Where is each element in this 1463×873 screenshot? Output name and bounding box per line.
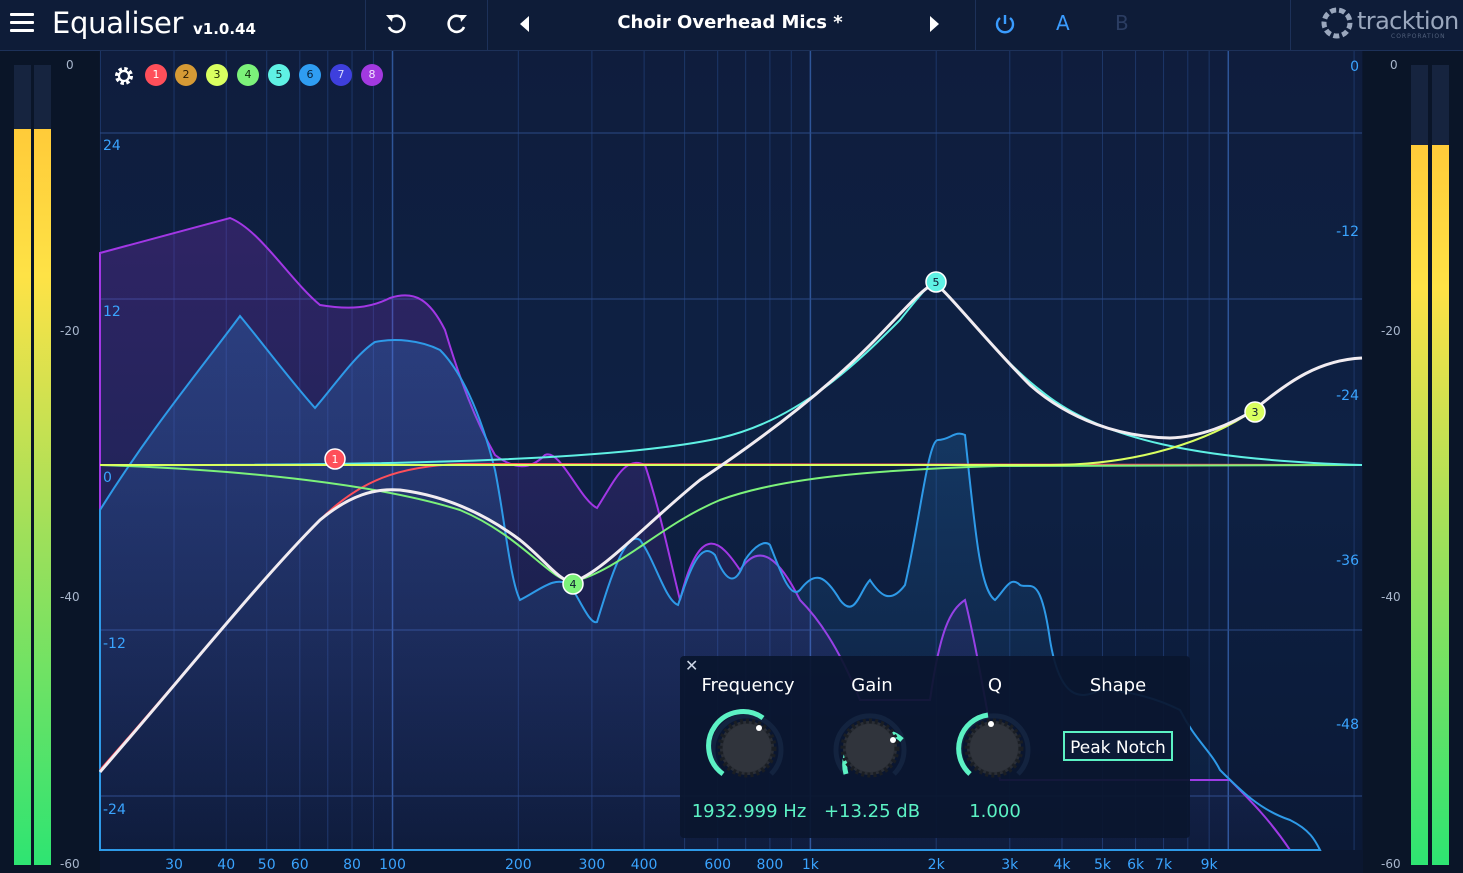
gain-axis-label: -24 — [103, 802, 126, 818]
frequency-axis-label: 100 — [379, 857, 406, 873]
gain-value: +13.25 dB — [823, 801, 921, 822]
gain-axis-label: 12 — [103, 304, 121, 320]
frequency-axis-label: 6k — [1127, 857, 1145, 873]
settings-gear-icon[interactable] — [112, 64, 136, 88]
gain-axis-label: -12 — [103, 636, 126, 652]
svg-text:4: 4 — [570, 578, 577, 591]
close-icon[interactable]: ✕ — [685, 656, 698, 675]
band-7-toggle[interactable]: 7 — [330, 64, 352, 86]
band-1-node[interactable]: 1 — [324, 448, 346, 470]
frequency-axis-label: 40 — [217, 857, 235, 873]
spectrum-axis-label: 0 — [1350, 59, 1359, 75]
frequency-value: 1932.999 Hz — [691, 801, 807, 822]
band-1-toggle[interactable]: 1 — [145, 64, 167, 86]
frequency-axis-label: 7k — [1155, 857, 1173, 873]
band-5-node[interactable]: 5 — [925, 271, 947, 293]
svg-text:3: 3 — [1252, 406, 1259, 419]
spectrum-axis-label: -24 — [1336, 388, 1359, 404]
q-knob[interactable] — [950, 704, 1038, 792]
gain-axis-label: 0 — [103, 470, 112, 486]
frequency-axis-label: 80 — [343, 857, 361, 873]
frequency-axis-label: 30 — [165, 857, 183, 873]
band-4-toggle[interactable]: 4 — [237, 64, 259, 86]
frequency-knob[interactable] — [703, 704, 791, 792]
frequency-axis-label: 300 — [579, 857, 606, 873]
spectrum-axis-label: -36 — [1336, 553, 1359, 569]
frequency-axis-label: 2k — [928, 857, 946, 873]
gain-knob[interactable] — [826, 704, 914, 792]
shape-selector-button[interactable]: Peak Notch — [1063, 731, 1173, 761]
band-4-node[interactable]: 4 — [562, 573, 584, 595]
band-5-toggle[interactable]: 5 — [268, 64, 290, 86]
frequency-axis: 30 40 50 60 80 100 200 300 400 600 800 1k 2k 3k 4k 5k 6k… — [165, 857, 1218, 873]
frequency-axis-label: 9k — [1201, 857, 1219, 873]
gain-label: Gain — [851, 675, 893, 696]
frequency-axis-label: 5k — [1094, 857, 1112, 873]
frequency-label: Frequency — [701, 675, 795, 696]
shape-label: Shape — [1089, 675, 1147, 696]
frequency-axis-label: 60 — [291, 857, 309, 873]
frequency-axis-label: 1k — [802, 857, 820, 873]
q-label: Q — [987, 675, 1003, 696]
band-3-node[interactable]: 3 — [1244, 401, 1266, 423]
frequency-axis-label: 600 — [704, 857, 731, 873]
frequency-axis-label: 200 — [505, 857, 532, 873]
frequency-axis-label: 4k — [1053, 857, 1071, 873]
svg-text:5: 5 — [933, 276, 940, 289]
q-value: 1.000 — [969, 801, 1021, 822]
frequency-axis-label: 3k — [1001, 857, 1019, 873]
band-6-toggle[interactable]: 6 — [299, 64, 321, 86]
band-8-toggle[interactable]: 8 — [361, 64, 383, 86]
frequency-axis-label: 50 — [258, 857, 276, 873]
spectrum-axis-label: -48 — [1336, 717, 1359, 733]
spectrum-axis: 0 -12 -24 -36 -48 — [1336, 59, 1359, 733]
frequency-axis-label: 800 — [757, 857, 784, 873]
frequency-axis-label: 400 — [631, 857, 658, 873]
band-2-toggle[interactable]: 2 — [175, 64, 197, 86]
spectrum-axis-label: -12 — [1336, 224, 1359, 240]
gain-axis-label: 24 — [103, 138, 121, 154]
svg-text:1: 1 — [332, 453, 339, 466]
band-3-toggle[interactable]: 3 — [206, 64, 228, 86]
